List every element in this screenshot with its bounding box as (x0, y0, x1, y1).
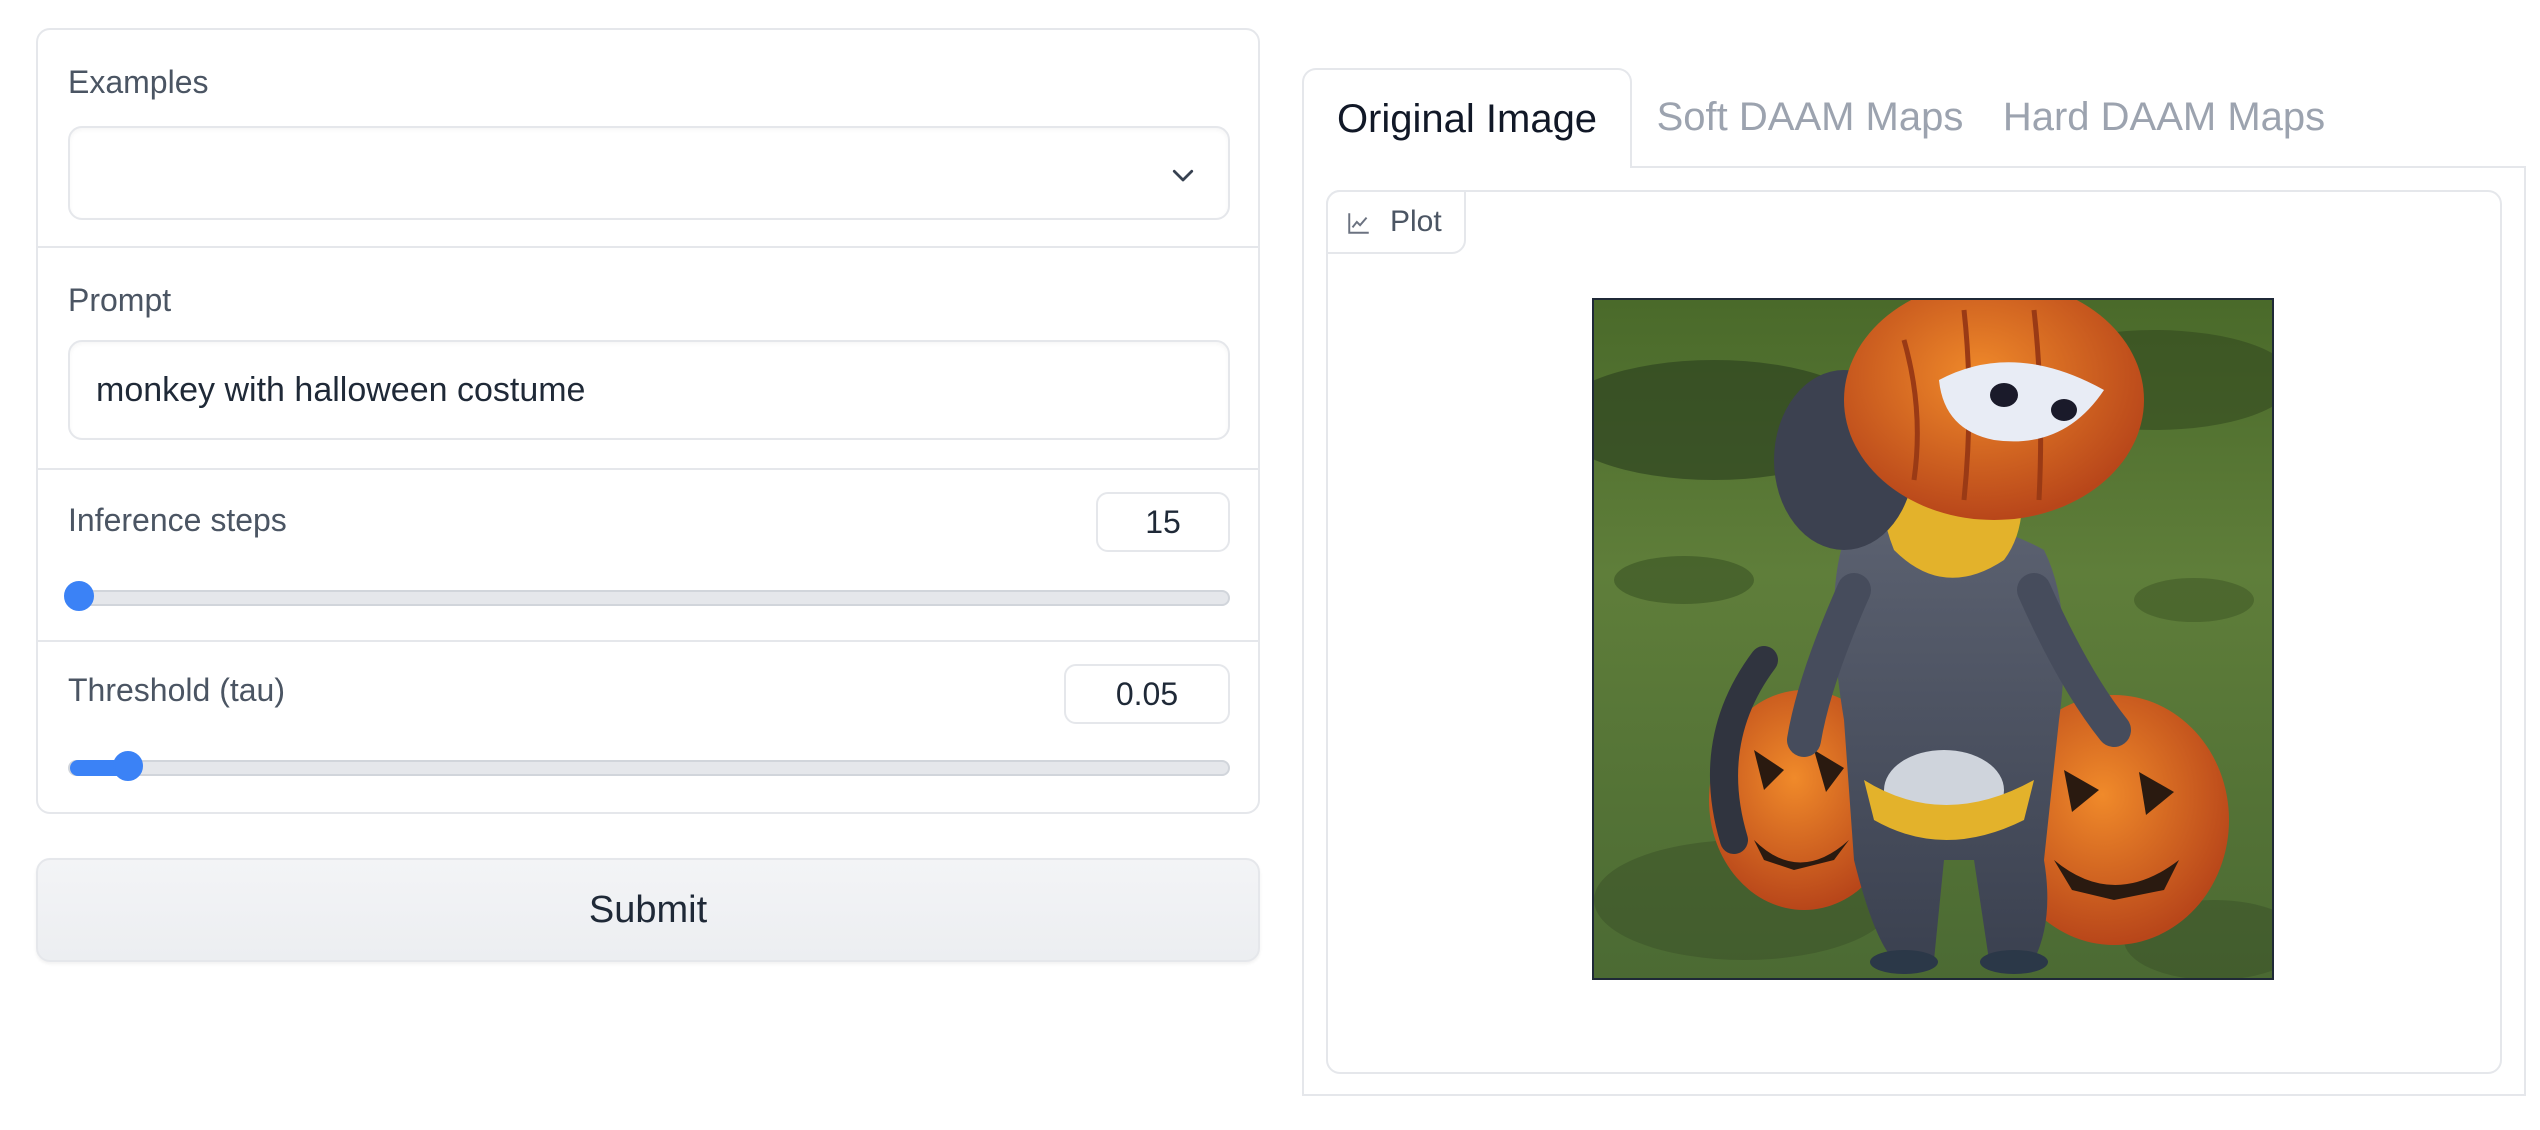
examples-label: Examples (68, 64, 209, 100)
input-panel: Examples Prompt monkey with halloween co… (36, 28, 1260, 814)
prompt-label: Prompt (68, 282, 172, 318)
chevron-down-icon (1172, 169, 1194, 182)
prompt-block: Prompt monkey with halloween costume (38, 248, 1258, 470)
examples-block: Examples (38, 30, 1258, 248)
prompt-input[interactable]: monkey with halloween costume (68, 340, 1230, 440)
slider-thumb[interactable] (112, 751, 143, 781)
chart-icon (1348, 213, 1369, 234)
tab-original-image[interactable]: Original Image (1302, 68, 1632, 168)
inference-steps-block: Inference steps 15 (38, 470, 1258, 642)
submit-button[interactable]: Submit (36, 858, 1260, 962)
threshold-label: Threshold (tau) (68, 672, 285, 708)
tab-hard-daam-maps[interactable]: Hard DAAM Maps (1992, 68, 2336, 166)
inference-steps-slider[interactable] (64, 581, 1230, 611)
slider-thumb[interactable] (64, 581, 94, 611)
plot-badge: Plot (1326, 190, 1466, 254)
tab-panel: Plot (1302, 166, 2526, 1096)
threshold-number[interactable]: 0.05 (1064, 664, 1230, 724)
generated-image (1592, 298, 2274, 980)
inference-steps-label: Inference steps (68, 502, 287, 538)
plot-label: Plot (1390, 205, 1442, 238)
threshold-slider[interactable] (68, 751, 1230, 781)
inference-steps-number[interactable]: 15 (1096, 492, 1230, 552)
tab-soft-daam-maps[interactable]: Soft DAAM Maps (1638, 68, 1982, 166)
threshold-block: Threshold (tau) 0.05 (38, 642, 1258, 812)
monkey-costume-image (1594, 300, 2272, 978)
examples-dropdown[interactable] (68, 126, 1230, 220)
plot-frame: Plot (1326, 190, 2502, 1074)
